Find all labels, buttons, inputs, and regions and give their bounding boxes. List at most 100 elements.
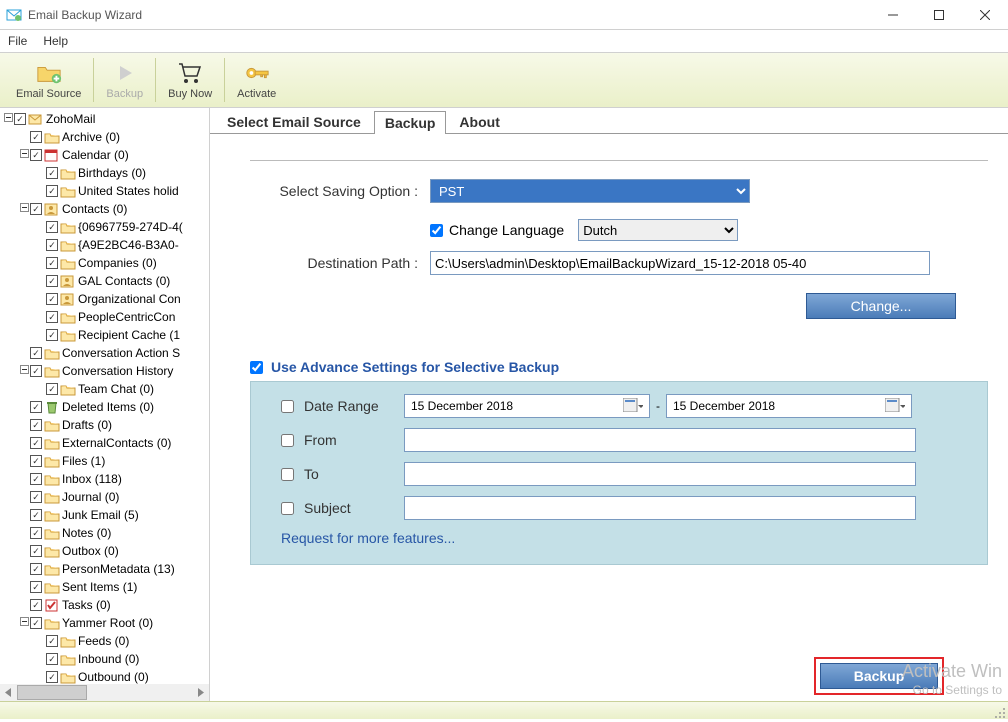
change-button[interactable]: Change... bbox=[806, 293, 956, 319]
tree-checkbox[interactable] bbox=[30, 599, 42, 611]
tree-checkbox[interactable] bbox=[30, 401, 42, 413]
tree-checkbox[interactable] bbox=[46, 293, 58, 305]
tree-item[interactable]: Outbox (0) bbox=[2, 542, 209, 560]
tree-item[interactable]: Companies (0) bbox=[2, 254, 209, 272]
tree-item[interactable]: Conversation Action S bbox=[2, 344, 209, 362]
tree-item[interactable]: PersonMetadata (13) bbox=[2, 560, 209, 578]
tab-about[interactable]: About bbox=[448, 110, 510, 133]
from-input[interactable] bbox=[404, 428, 916, 452]
tree-checkbox[interactable] bbox=[46, 635, 58, 647]
tree-item[interactable]: Team Chat (0) bbox=[2, 380, 209, 398]
tree-checkbox[interactable] bbox=[30, 581, 42, 593]
tree-checkbox[interactable] bbox=[30, 545, 42, 557]
tree-checkbox[interactable] bbox=[30, 347, 42, 359]
tree-item[interactable]: {A9E2BC46-B3A0- bbox=[2, 236, 209, 254]
expand-icon[interactable] bbox=[18, 365, 30, 378]
tree-checkbox[interactable] bbox=[14, 113, 26, 125]
toolbar-activate[interactable]: Activate bbox=[229, 55, 284, 105]
tree-item[interactable]: Sent Items (1) bbox=[2, 578, 209, 596]
tree-checkbox[interactable] bbox=[30, 437, 42, 449]
to-input[interactable] bbox=[404, 462, 916, 486]
from-checkbox[interactable] bbox=[281, 434, 294, 447]
tree-item[interactable]: Inbound (0) bbox=[2, 650, 209, 668]
folder-tree[interactable]: ZohoMailArchive (0)Calendar (0)Birthdays… bbox=[0, 108, 209, 686]
expand-icon[interactable] bbox=[2, 113, 14, 126]
maximize-button[interactable] bbox=[916, 0, 962, 30]
request-features-link[interactable]: Request for more features... bbox=[281, 530, 969, 546]
tree-checkbox[interactable] bbox=[46, 221, 58, 233]
menu-help[interactable]: Help bbox=[43, 34, 68, 48]
tree-item[interactable]: GAL Contacts (0) bbox=[2, 272, 209, 290]
destination-path-input[interactable] bbox=[430, 251, 930, 275]
subject-input[interactable] bbox=[404, 496, 916, 520]
tree-checkbox[interactable] bbox=[46, 275, 58, 287]
language-select[interactable]: Dutch bbox=[578, 219, 738, 241]
tree-item[interactable]: Junk Email (5) bbox=[2, 506, 209, 524]
change-language-checkbox[interactable] bbox=[430, 224, 443, 237]
expand-icon[interactable] bbox=[18, 617, 30, 630]
tree-item[interactable]: Yammer Root (0) bbox=[2, 614, 209, 632]
tree-checkbox[interactable] bbox=[46, 329, 58, 341]
tree-item[interactable]: Feeds (0) bbox=[2, 632, 209, 650]
saving-option-select[interactable]: PST bbox=[430, 179, 750, 203]
subject-checkbox[interactable] bbox=[281, 502, 294, 515]
tree-item[interactable]: Files (1) bbox=[2, 452, 209, 470]
tree-item[interactable]: PeopleCentricCon bbox=[2, 308, 209, 326]
tree-item[interactable]: Inbox (118) bbox=[2, 470, 209, 488]
tree-checkbox[interactable] bbox=[46, 383, 58, 395]
tree-item[interactable]: Notes (0) bbox=[2, 524, 209, 542]
tree-item[interactable]: ZohoMail bbox=[2, 110, 209, 128]
toolbar-backup[interactable]: Backup bbox=[98, 55, 151, 105]
tree-item[interactable]: Conversation History bbox=[2, 362, 209, 380]
tree-checkbox[interactable] bbox=[46, 167, 58, 179]
minimize-button[interactable] bbox=[870, 0, 916, 30]
tree-checkbox[interactable] bbox=[30, 131, 42, 143]
tree-checkbox[interactable] bbox=[30, 365, 42, 377]
resize-grip[interactable] bbox=[992, 705, 1006, 719]
tree-checkbox[interactable] bbox=[46, 257, 58, 269]
tree-checkbox[interactable] bbox=[46, 185, 58, 197]
date-range-checkbox[interactable] bbox=[281, 400, 294, 413]
tree-scrollbar[interactable] bbox=[0, 684, 209, 701]
tree-checkbox[interactable] bbox=[30, 491, 42, 503]
toolbar-buy-now[interactable]: Buy Now bbox=[160, 55, 220, 105]
tree-checkbox[interactable] bbox=[30, 419, 42, 431]
tree-checkbox[interactable] bbox=[46, 311, 58, 323]
tree-item[interactable]: Organizational Con bbox=[2, 290, 209, 308]
tree-checkbox[interactable] bbox=[46, 239, 58, 251]
tree-checkbox[interactable] bbox=[30, 527, 42, 539]
tree-item[interactable]: ExternalContacts (0) bbox=[2, 434, 209, 452]
tree-checkbox[interactable] bbox=[30, 149, 42, 161]
date-to-picker[interactable]: 15 December 2018 bbox=[666, 394, 912, 418]
backup-button[interactable]: Backup bbox=[820, 663, 938, 689]
menu-file[interactable]: File bbox=[8, 34, 27, 48]
tree-checkbox[interactable] bbox=[46, 653, 58, 665]
close-button[interactable] bbox=[962, 0, 1008, 30]
tree-checkbox[interactable] bbox=[30, 473, 42, 485]
tree-item[interactable]: Calendar (0) bbox=[2, 146, 209, 164]
to-checkbox[interactable] bbox=[281, 468, 294, 481]
tab-select-email-source[interactable]: Select Email Source bbox=[216, 110, 372, 133]
tree-item[interactable]: Journal (0) bbox=[2, 488, 209, 506]
tree-item[interactable]: Birthdays (0) bbox=[2, 164, 209, 182]
tree-item[interactable]: Recipient Cache (1 bbox=[2, 326, 209, 344]
tree-item[interactable]: {06967759-274D-4( bbox=[2, 218, 209, 236]
advance-settings-checkbox[interactable] bbox=[250, 361, 263, 374]
tree-item[interactable]: Archive (0) bbox=[2, 128, 209, 146]
tree-checkbox[interactable] bbox=[30, 563, 42, 575]
tree-checkbox[interactable] bbox=[46, 671, 58, 683]
expand-icon[interactable] bbox=[18, 149, 30, 162]
date-from-picker[interactable]: 15 December 2018 bbox=[404, 394, 650, 418]
toolbar-email-source[interactable]: Email Source bbox=[8, 55, 89, 105]
tree-item[interactable]: United States holid bbox=[2, 182, 209, 200]
tree-item[interactable]: Contacts (0) bbox=[2, 200, 209, 218]
tree-checkbox[interactable] bbox=[30, 509, 42, 521]
tree-checkbox[interactable] bbox=[30, 203, 42, 215]
tree-checkbox[interactable] bbox=[30, 455, 42, 467]
expand-icon[interactable] bbox=[18, 203, 30, 216]
tree-checkbox[interactable] bbox=[30, 617, 42, 629]
tree-item[interactable]: Deleted Items (0) bbox=[2, 398, 209, 416]
tree-item[interactable]: Tasks (0) bbox=[2, 596, 209, 614]
tab-backup[interactable]: Backup bbox=[374, 111, 447, 134]
tree-item[interactable]: Drafts (0) bbox=[2, 416, 209, 434]
